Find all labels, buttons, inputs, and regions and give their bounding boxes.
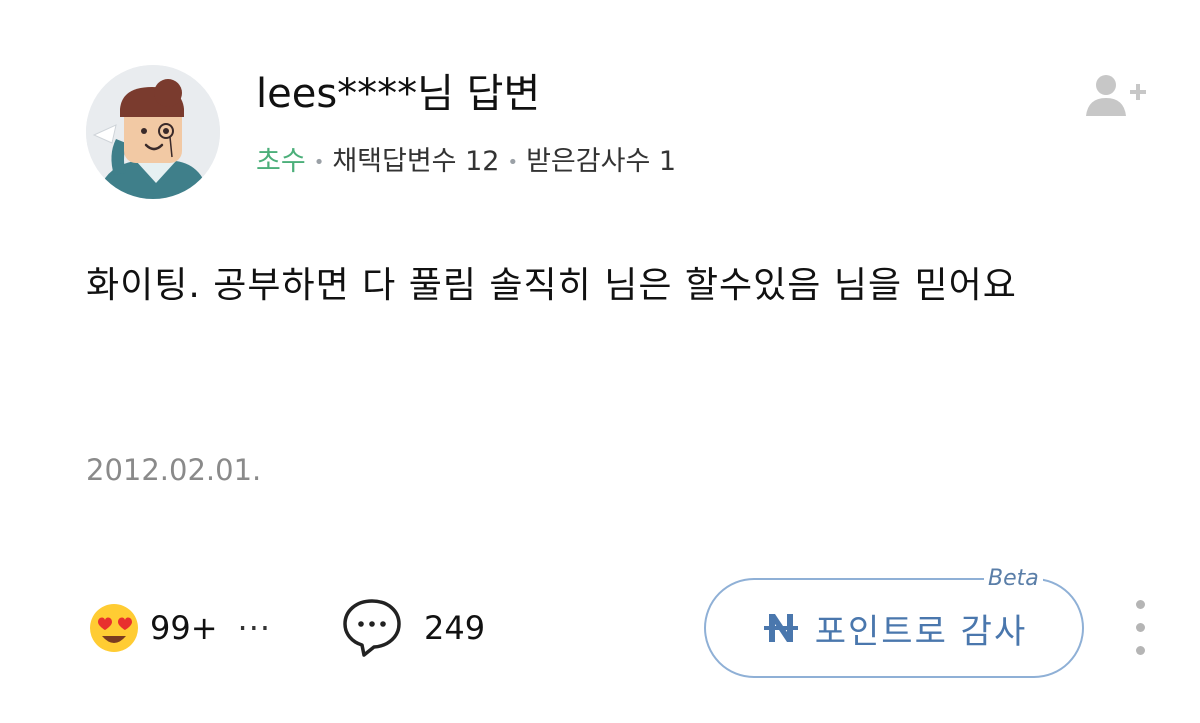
vertical-dot bbox=[1135, 623, 1145, 632]
thanks-button-label: 포인트로 감사 bbox=[814, 611, 1028, 652]
author-level: 초수 bbox=[256, 146, 306, 177]
reaction-count: 99+ bbox=[150, 609, 218, 647]
vertical-dot bbox=[1135, 600, 1145, 609]
selected-answers-count: 12 bbox=[465, 146, 500, 177]
author-avatar[interactable] bbox=[86, 65, 220, 199]
beta-badge: Beta bbox=[984, 566, 1043, 591]
answer-card: lees****님 답변 초수 • 채택답변수 12 • 받은감사수 1 화이팅. 공부… bbox=[0, 0, 1200, 723]
separator-dot: • bbox=[507, 151, 519, 173]
add-user-icon bbox=[1086, 75, 1146, 116]
comment-count: 249 bbox=[424, 609, 486, 647]
answer-body: 화이팅. 공부하면 다 풀림 솔직히 님은 할수있음 님을 믿어요 bbox=[86, 265, 1017, 306]
naver-point-icon bbox=[763, 614, 798, 642]
comment-button[interactable]: 249 bbox=[342, 596, 485, 660]
character-avatar-icon bbox=[86, 65, 220, 199]
author-meta: 초수 • 채택답변수 12 • 받은감사수 1 bbox=[256, 142, 676, 183]
answer-date: 2012.02.01. bbox=[86, 453, 262, 487]
thanks-with-points-button[interactable]: 포인트로 감사 bbox=[704, 578, 1084, 678]
selected-answers-label: 채택답변수 bbox=[332, 146, 457, 177]
thanks-received-label: 받은감사수 bbox=[526, 146, 651, 177]
follow-button[interactable] bbox=[1086, 72, 1150, 120]
reaction-more-icon[interactable]: ··· bbox=[238, 609, 272, 647]
vertical-dot bbox=[1135, 646, 1145, 655]
more-menu-button[interactable] bbox=[1128, 600, 1152, 664]
heart-eyes-emoji-icon bbox=[90, 604, 138, 652]
separator-dot: • bbox=[313, 151, 325, 173]
thanks-received-count: 1 bbox=[658, 146, 677, 177]
speech-bubble-icon bbox=[343, 599, 401, 657]
author-name[interactable]: lees****님 답변 bbox=[256, 66, 540, 122]
reaction-button[interactable]: 99+ ··· bbox=[86, 596, 271, 660]
